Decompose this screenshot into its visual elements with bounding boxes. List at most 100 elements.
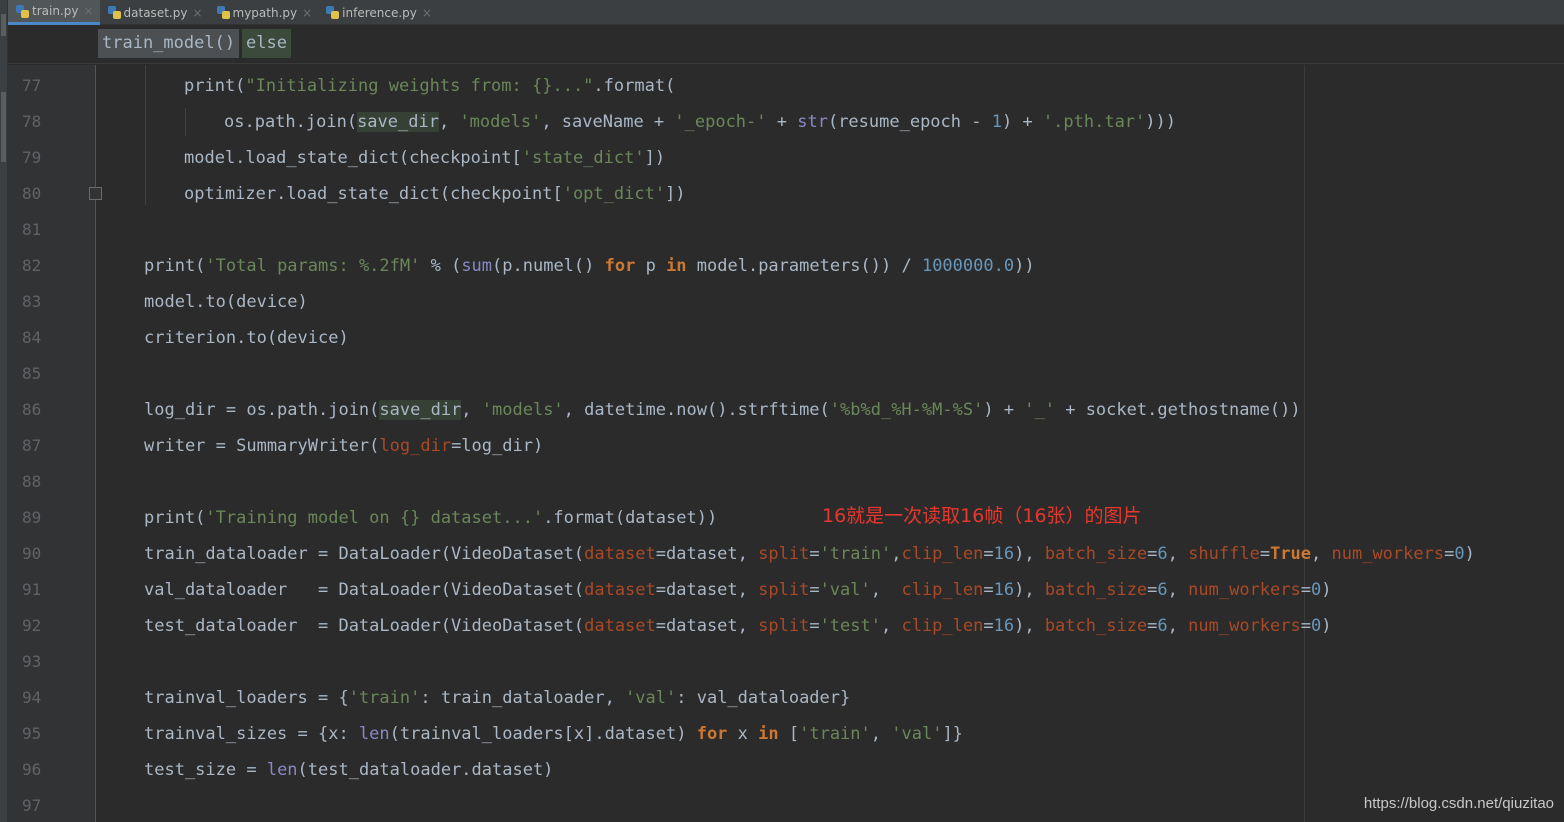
- python-file-icon: [216, 6, 230, 19]
- code-token: 16: [993, 580, 1015, 600]
- code-token: ): [1321, 580, 1332, 600]
- line-number: 95: [22, 724, 42, 743]
- code-token: clip_len: [901, 580, 984, 600]
- code-token: (test_dataloader.dataset): [297, 760, 554, 780]
- code-token: dataset: [584, 616, 656, 636]
- close-icon[interactable]: ×: [302, 6, 312, 20]
- code-token: test_size =: [144, 760, 267, 780]
- code-token: 'test': [819, 616, 881, 636]
- line-number: 88: [22, 472, 42, 491]
- tab-train-py[interactable]: train.py ×: [8, 0, 100, 25]
- code-token: str: [797, 112, 828, 132]
- code-token: "Initializing weights from: {}...": [245, 76, 594, 96]
- right-margin-guide: [1304, 65, 1305, 822]
- code-token: 'state_dict': [521, 148, 645, 168]
- code-token: (resume_epoch -: [827, 112, 992, 132]
- code-token: , datetime.now().strftime(: [563, 400, 830, 420]
- code-token: dataset: [584, 580, 656, 600]
- code-token: ),: [1014, 580, 1045, 600]
- tab-dataset-py[interactable]: dataset.py ×: [100, 0, 209, 25]
- code-token: ]): [665, 184, 686, 204]
- code-token: log_dir = os.path.join(: [144, 400, 380, 420]
- code-editor[interactable]: 77 78 79 80 81 82 83 84 85 86 87 88 89 90 91 92 93 94 95 96…: [8, 65, 1564, 822]
- code-line: train_dataloader = DataLoader(VideoDatas…: [144, 539, 1475, 575]
- tab-inference-py[interactable]: inference.py ×: [318, 0, 438, 25]
- code-line: model.load_state_dict(checkpoint['state_…: [184, 143, 665, 179]
- code-token: ,: [891, 544, 902, 564]
- code-token: p: [635, 256, 667, 276]
- code-token: 'val': [891, 724, 943, 744]
- line-number: 78: [22, 112, 42, 131]
- tool-window-button[interactable]: [1, 14, 6, 36]
- line-number: 80: [22, 184, 42, 203]
- code-token: ) +: [1001, 112, 1043, 132]
- left-tool-strip[interactable]: [0, 0, 8, 822]
- code-token: 'models': [459, 112, 542, 132]
- line-number: 92: [22, 616, 42, 635]
- tab-label: dataset.py: [123, 5, 188, 20]
- code-token: =dataset,: [655, 544, 759, 564]
- line-number: 87: [22, 436, 42, 455]
- tab-mypath-py[interactable]: mypath.py ×: [209, 0, 319, 25]
- code-token: (trainval_loaders[x].dataset): [389, 724, 697, 744]
- code-token: =: [1147, 580, 1158, 600]
- breadcrumb-else-block[interactable]: else: [242, 29, 291, 58]
- code-token: model.parameters()) /: [686, 256, 922, 276]
- code-token: split: [758, 544, 810, 564]
- tool-window-button[interactable]: [1, 92, 6, 162]
- code-token: split: [758, 580, 810, 600]
- code-token: in: [666, 256, 687, 276]
- annotation-text: 16就是一次读取16帧（16张）的图片: [822, 505, 1142, 527]
- code-token: (p.numel(): [492, 256, 605, 276]
- line-number: 86: [22, 400, 42, 419]
- code-line: print("Initializing weights from: {}..."…: [184, 71, 675, 107]
- code-token: =: [809, 616, 820, 636]
- code-line: model.to(device): [144, 287, 308, 323]
- indent-guide: [185, 108, 186, 136]
- code-token: 'Total params: %.2fM': [205, 256, 421, 276]
- code-token: optimizer.load_state_dict(checkpoint[: [184, 184, 563, 204]
- close-icon[interactable]: ×: [83, 4, 93, 18]
- code-token: =: [1300, 616, 1311, 636]
- code-token: ) +: [983, 400, 1025, 420]
- close-icon[interactable]: ×: [422, 6, 432, 20]
- code-token: ,: [870, 724, 892, 744]
- code-token: , saveName +: [541, 112, 675, 132]
- python-file-icon: [326, 6, 340, 19]
- code-line: criterion.to(device): [144, 323, 349, 359]
- code-token: 'opt_dict': [562, 184, 666, 204]
- code-token: ))): [1145, 112, 1176, 132]
- code-token: 'train': [799, 724, 871, 744]
- code-token: =: [983, 544, 994, 564]
- code-token: ,: [1167, 580, 1189, 600]
- code-token: num_workers: [1188, 580, 1301, 600]
- code-token: 16: [993, 544, 1015, 564]
- code-token: ): [1464, 544, 1475, 564]
- code-token: =: [983, 580, 994, 600]
- code-token: 'train': [348, 688, 421, 708]
- code-token: shuffle: [1188, 544, 1260, 564]
- code-token: 0: [1311, 580, 1322, 600]
- code-token: num_workers: [1188, 616, 1301, 636]
- code-token: 'Training model on {} dataset...': [205, 508, 544, 528]
- breadcrumb-function[interactable]: train_model(): [98, 29, 240, 58]
- code-token: =: [809, 544, 820, 564]
- code-token: '.pth.tar': [1042, 112, 1146, 132]
- code-token: in: [758, 724, 779, 744]
- code-line: optimizer.load_state_dict(checkpoint['op…: [184, 179, 686, 215]
- line-number: 82: [22, 256, 42, 275]
- code-line: trainval_sizes = {x: len(trainval_loader…: [144, 719, 963, 755]
- code-token: 'models': [481, 400, 564, 420]
- code-token: ),: [1014, 544, 1045, 564]
- line-number: 81: [22, 220, 42, 239]
- code-token: ]}: [942, 724, 963, 744]
- close-icon[interactable]: ×: [192, 6, 202, 20]
- code-token: trainval_loaders = {: [144, 688, 349, 708]
- code-token: batch_size: [1044, 580, 1148, 600]
- code-token: =log_dir): [451, 436, 544, 456]
- fold-marker-icon[interactable]: [89, 187, 102, 200]
- code-token: [: [778, 724, 800, 744]
- code-token: 'val': [625, 688, 677, 708]
- line-number: 89: [22, 508, 42, 527]
- code-line: test_size = len(test_dataloader.dataset): [144, 755, 553, 791]
